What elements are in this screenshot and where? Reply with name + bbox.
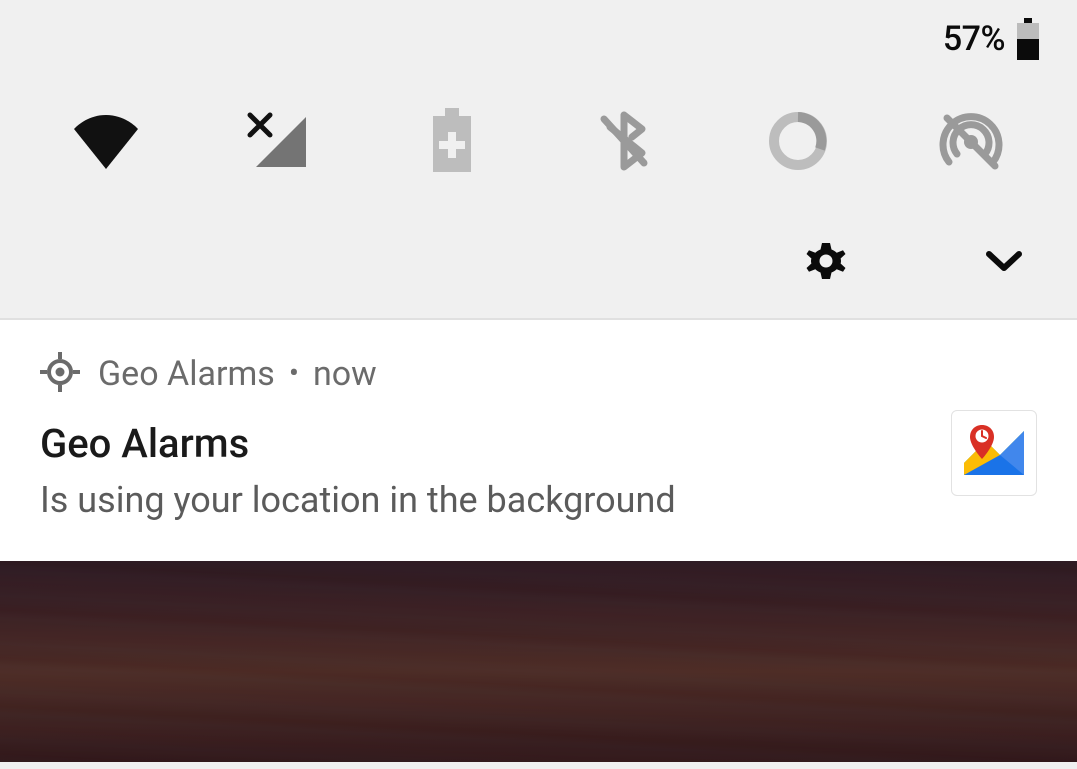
- battery-saver-tile[interactable]: [407, 98, 497, 188]
- notification-app-name: Geo Alarms: [98, 354, 275, 394]
- wallpaper-background: [0, 561, 1077, 762]
- notification-meta: Geo Alarms • now: [98, 354, 377, 394]
- notification-header: Geo Alarms • now: [40, 352, 1037, 396]
- location-target-icon: [40, 352, 80, 396]
- wifi-icon: [70, 111, 142, 175]
- notification-title: Geo Alarms: [40, 420, 1037, 467]
- quick-settings-row: [0, 78, 1077, 208]
- hotspot-tile[interactable]: [926, 98, 1016, 188]
- data-usage-tile[interactable]: [753, 98, 843, 188]
- quick-settings-footer: [0, 208, 1077, 320]
- data-usage-icon: [768, 111, 828, 175]
- map-pin-icon: [960, 417, 1028, 489]
- cellular-no-sim-icon: [246, 111, 312, 175]
- bluetooth-off-icon: [598, 111, 652, 175]
- hotspot-off-icon: [939, 112, 1003, 174]
- notification-body: Is using your location in the background: [40, 479, 1037, 521]
- notification-large-icon: [951, 410, 1037, 496]
- battery-percentage: 57%: [943, 19, 1005, 59]
- chevron-down-icon[interactable]: [986, 250, 1022, 276]
- gear-icon[interactable]: [806, 241, 846, 285]
- status-bar: 57%: [0, 0, 1077, 78]
- cellular-tile[interactable]: [234, 98, 324, 188]
- notification-time: now: [313, 354, 377, 394]
- notification-card[interactable]: Geo Alarms • now Geo Alarms Is using you…: [0, 320, 1077, 561]
- battery-icon: [1017, 18, 1039, 60]
- battery-saver-icon: [429, 108, 475, 178]
- bluetooth-tile[interactable]: [580, 98, 670, 188]
- wifi-tile[interactable]: [61, 98, 151, 188]
- separator-dot: •: [289, 359, 299, 389]
